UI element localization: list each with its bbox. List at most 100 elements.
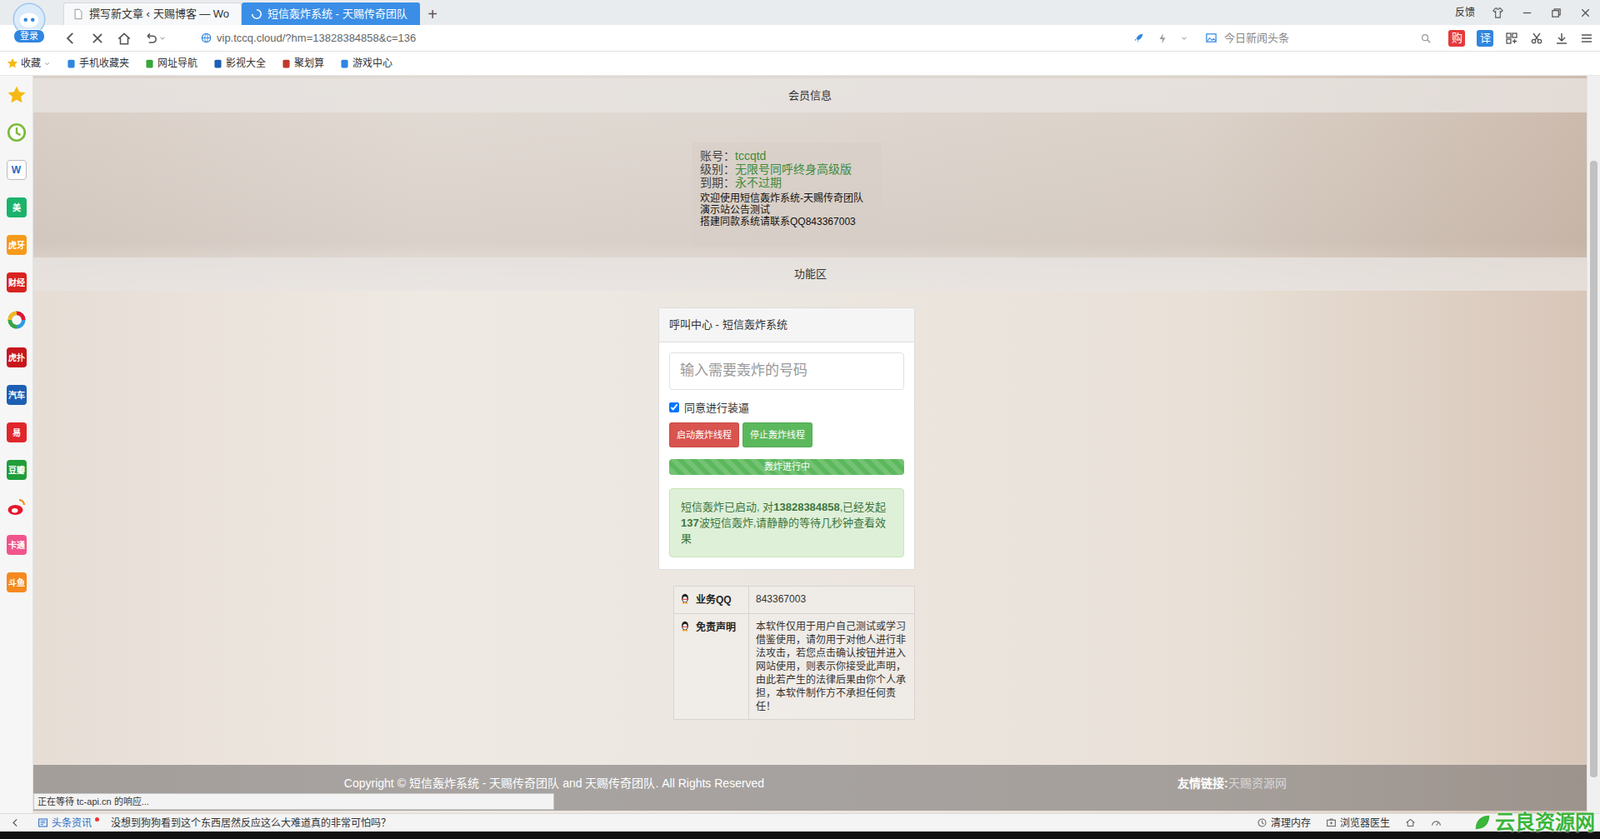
sidebar-app[interactable]: 斗鱼 [6, 572, 27, 593]
progress-track: 轰炸进行中 [669, 459, 905, 475]
ring-icon[interactable] [6, 310, 27, 330]
bookmark-item[interactable]: 手机收藏夹 [65, 55, 130, 71]
dropdown-chevron-icon[interactable] [1180, 34, 1189, 43]
bookmark-label[interactable]: 聚划算 [294, 55, 325, 71]
member-info-header: 会员信息 [33, 78, 1587, 113]
url-field[interactable]: vip.tccq.cloud/?hm=13828384858&c=136 [178, 30, 1121, 47]
home-icon[interactable] [116, 30, 132, 46]
bookmark-item[interactable]: 聚划算 [280, 55, 325, 71]
copyright: Copyright © 短信轰炸系统 - 天赐传奇团队 and 天赐传奇团队. … [33, 775, 1075, 793]
info-table-row: 业务QQ843367003 [674, 586, 915, 615]
doc-letter: W [11, 162, 21, 178]
start-button[interactable]: 启动轰炸线程 [669, 422, 740, 448]
translate-button[interactable]: 译 [1476, 30, 1494, 47]
apps-grid-icon[interactable] [1505, 31, 1519, 45]
star-icon [6, 57, 19, 70]
news-headline[interactable]: 没想到狗狗看到这个东西居然反应这么大难道真的非常可怕吗？ [110, 815, 391, 831]
function-area-header: 功能区 [33, 257, 1587, 291]
friend-link[interactable]: 天赐资源网 [1228, 776, 1287, 790]
tab-label: 短信轰炸系统 - 天赐传奇团队 [267, 5, 411, 23]
dropdown-chevron-icon[interactable] [43, 60, 51, 68]
watermark: 云良资源网 [1473, 807, 1595, 838]
url-text[interactable]: vip.tccq.cloud/?hm=13828384858&c=136 [216, 30, 416, 47]
collapse-left-icon[interactable] [10, 817, 21, 829]
sidebar-app[interactable]: 虎牙 [6, 235, 27, 255]
minimize-icon[interactable] [1520, 6, 1534, 20]
menu-icon[interactable] [1580, 31, 1594, 45]
search-field[interactable]: 今日新闻头条 [1200, 28, 1437, 49]
news-label[interactable]: 头条资讯 [51, 815, 92, 831]
info-label: 账号： [700, 149, 735, 163]
lightning-icon[interactable] [1156, 32, 1169, 45]
sidebar-app[interactable]: 豆瓣 [6, 460, 27, 480]
skin-icon[interactable] [1491, 6, 1505, 20]
sidebar: W 美虎牙财经虎扑汽车易豆瓣卡通斗鱼 [0, 75, 34, 814]
undo-icon[interactable] [143, 30, 159, 46]
feedback-link[interactable]: 反馈 [1455, 5, 1475, 20]
news-icon [37, 817, 49, 829]
restore-icon[interactable] [1550, 6, 1563, 20]
alert-text: ,已经发起 [840, 500, 887, 514]
row-label: 免责声明 [674, 614, 750, 720]
sidebar-app[interactable]: 汽车 [6, 385, 27, 405]
stop-icon[interactable] [90, 30, 105, 46]
notice-list: 欢迎使用短信轰炸系统-天赐传奇团队演示站公告测试搭建同款系统请联系QQ84336… [700, 192, 874, 228]
sidebar-app[interactable]: 卡通 [6, 535, 27, 555]
bottom-tool[interactable]: 清理内存 [1256, 815, 1311, 831]
bookmark-label[interactable]: 影视大全 [225, 55, 266, 71]
agree-row[interactable]: 同意进行装逼 [669, 400, 905, 417]
search-placeholder[interactable]: 今日新闻头条 [1224, 30, 1414, 47]
undo-group[interactable] [143, 30, 167, 46]
bookmark-item[interactable]: 收藏 [6, 55, 51, 71]
bookmark-item[interactable]: 影视大全 [212, 55, 266, 71]
address-bar: vip.tccq.cloud/?hm=13828384858&c=136 今日新闻… [0, 25, 1600, 52]
new-tab-button[interactable]: + [420, 2, 445, 25]
sidebar-app[interactable]: 财经 [6, 272, 27, 293]
bookmark-icon [280, 58, 292, 70]
news-button[interactable]: 头条资讯 [37, 815, 100, 831]
rocket-icon[interactable] [1132, 31, 1145, 45]
back-icon[interactable] [63, 30, 79, 46]
tool-label[interactable]: 浏览器医生 [1340, 815, 1390, 831]
shopping-button[interactable]: 购 [1448, 30, 1465, 47]
loading-status: 正在等待 tc-api.cn 的响应... [33, 793, 555, 811]
tool-label[interactable]: 清理内存 [1270, 815, 1311, 831]
browser-tab[interactable]: 撰写新文章 ‹ 天赐博客 — Wo [63, 2, 242, 25]
bottom-tool[interactable]: 浏览器医生 [1325, 815, 1390, 831]
tab-bar: 撰写新文章 ‹ 天赐博客 — Wo 短信轰炸系统 - 天赐传奇团队 + 反馈 [0, 0, 1600, 25]
sidebar-app[interactable]: W [6, 160, 27, 180]
agree-checkbox[interactable] [669, 402, 680, 413]
screenshot-scissors-icon[interactable] [1530, 31, 1544, 45]
alert-text: 137 [680, 516, 700, 530]
site-globe-icon [200, 31, 213, 45]
weibo-icon[interactable] [6, 497, 27, 518]
browser-tab[interactable]: 短信轰炸系统 - 天赐传奇团队 [241, 2, 420, 25]
bookmark-item[interactable]: 网址导航 [144, 55, 198, 71]
home-small-icon[interactable] [1405, 817, 1416, 829]
magnifier-icon[interactable] [1420, 32, 1432, 45]
scroll-thumb[interactable] [1590, 160, 1598, 778]
info-value: 无限号同呼终身高级版 [735, 162, 852, 176]
bookmark-label[interactable]: 网址导航 [157, 55, 198, 71]
download-icon[interactable] [1555, 31, 1569, 45]
bookmark-label[interactable]: 手机收藏夹 [79, 55, 130, 71]
bookmark-label[interactable]: 游戏中心 [352, 55, 393, 71]
sidebar-app[interactable]: 虎扑 [6, 347, 27, 368]
leaf-logo-icon [1473, 813, 1492, 832]
bookmark-item[interactable]: 游戏中心 [339, 55, 393, 71]
login-button[interactable]: 登录 [13, 29, 45, 44]
stop-button[interactable]: 停止轰炸线程 [742, 422, 813, 448]
clock-icon[interactable] [6, 122, 27, 143]
member-info-row: 级别：无限号同呼终身高级版 [700, 162, 874, 176]
star-icon[interactable] [6, 85, 27, 105]
sidebar-app[interactable]: 易 [6, 422, 27, 443]
image-search-icon [1205, 31, 1218, 45]
row-label-text: 业务QQ [695, 592, 732, 608]
user-avatar[interactable]: 登录 [8, 2, 50, 46]
bookmark-label[interactable]: 收藏 [20, 55, 41, 71]
speed-icon[interactable] [1430, 817, 1442, 829]
phone-input[interactable] [669, 352, 905, 390]
dropdown-chevron-icon[interactable] [158, 34, 167, 43]
close-icon[interactable] [1579, 6, 1592, 20]
sidebar-app[interactable]: 美 [6, 197, 27, 218]
